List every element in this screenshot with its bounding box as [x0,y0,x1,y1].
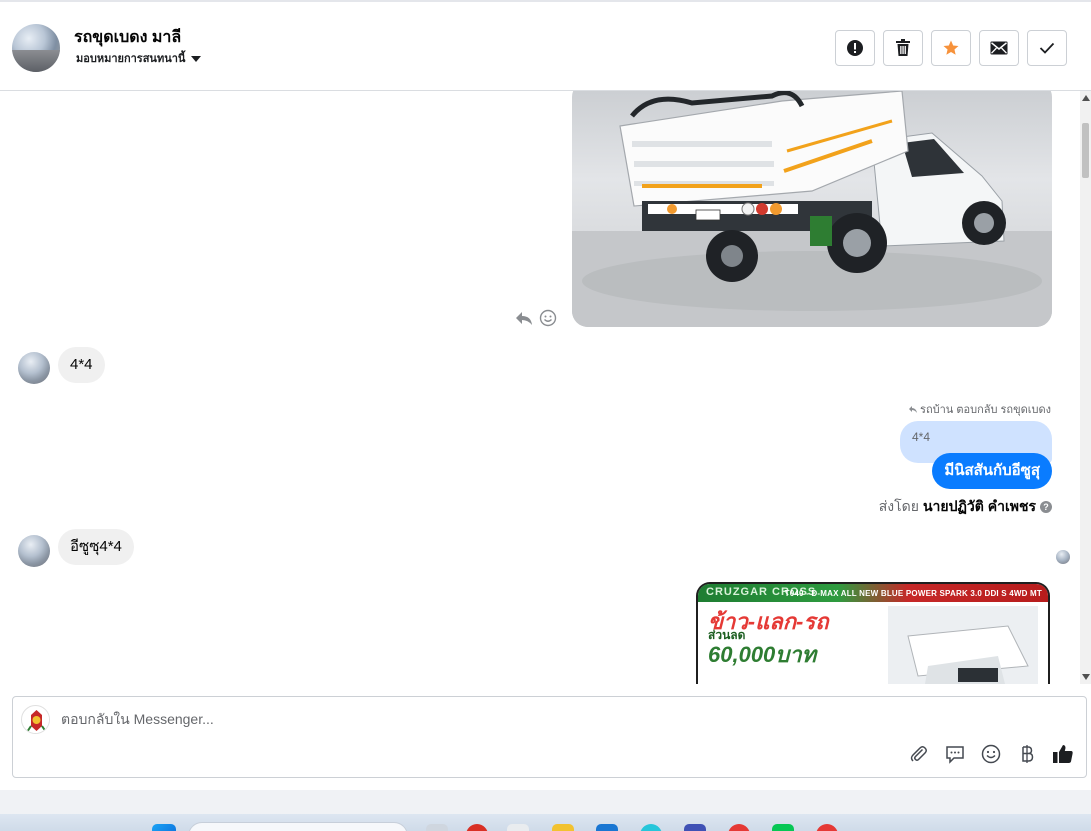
header-actions [835,30,1067,66]
chat-bubble-icon[interactable] [944,743,966,765]
calendar-icon[interactable] [684,824,706,831]
reply-arrow-icon [909,405,918,413]
paperclip-icon[interactable] [908,743,930,765]
promo-model: T040 - D-MAX ALL NEW BLUE POWER SPARK 3.… [784,589,1042,598]
edge-icon[interactable] [596,824,618,831]
line-icon[interactable] [772,824,794,831]
quoted-text: 4*4 [912,430,931,444]
sender-avatar[interactable] [18,352,50,384]
trash-icon [896,39,910,56]
incoming-message[interactable]: อีซูซุ4*4 [58,529,134,565]
baht-icon[interactable] [1016,743,1038,765]
page-footer-area [0,790,1091,814]
scroll-up-arrow[interactable] [1082,95,1090,101]
exclamation-circle-icon [847,40,863,56]
scroll-down-arrow[interactable] [1082,674,1090,680]
mark-unread-button[interactable] [979,30,1019,66]
sent-by-line: ส่งโดย นายปฏิวัติ คำเพชร ? [879,496,1052,518]
promo-amount: 60,000บาท [708,642,817,667]
app-icon[interactable] [728,824,750,831]
truck-photo-attachment[interactable] [572,91,1052,327]
contact-name[interactable]: รถขุดเบดง มาลี [74,25,181,50]
message-tools [515,309,557,327]
reply-icon[interactable] [515,310,533,326]
message-thread[interactable]: 4*4 รถบ้าน ตอบกลับ รถขุดเบดง 4*4 มีนิสสั… [0,91,1080,684]
taskbar-search[interactable] [188,822,408,831]
assign-label: มอบหมายการสนทนานี้ [76,53,186,65]
seen-indicator-avatar [1056,550,1070,564]
report-button[interactable] [835,30,875,66]
promo-photo-attachment[interactable]: CRUZGAR CROSS T040 - D-MAX ALL NEW BLUE … [696,582,1050,684]
caret-down-icon [191,56,202,62]
sent-by-name: นายปฏิวัติ คำเพชร [922,498,1036,514]
done-button[interactable] [1027,30,1067,66]
assign-conversation-dropdown[interactable]: มอบหมายการสนทนานี้ [76,49,202,67]
page-avatar [21,705,50,734]
composer-tools [908,743,1074,765]
emoji-reaction-icon[interactable] [539,309,557,327]
promo-truck-image [888,606,1038,684]
chrome-icon[interactable] [466,824,488,831]
thumbs-up-icon[interactable] [1052,743,1074,765]
reply-input[interactable] [61,711,961,727]
emoji-icon[interactable] [980,743,1002,765]
app-icon[interactable] [816,824,838,831]
os-taskbar [0,814,1091,831]
scroll-thumb[interactable] [1082,123,1089,178]
sent-by-prefix: ส่งโดย [878,498,919,514]
thread-scrollbar[interactable] [1080,91,1091,684]
help-icon[interactable]: ? [1040,501,1052,513]
conversation-header: รถขุดเบดง มาลี มอบหมายการสนทนานี้ [0,0,1091,91]
delete-button[interactable] [883,30,923,66]
outgoing-message[interactable]: มีนิสสันกับอีซูสุ [932,453,1052,489]
reply-composer [12,696,1087,778]
app-icon[interactable] [507,824,529,831]
star-button[interactable] [931,30,971,66]
app-icon[interactable] [640,824,662,831]
reply-note-text: รถบ้าน ตอบกลับ รถขุดเบดง [920,404,1051,416]
star-icon [943,40,959,55]
contact-avatar[interactable] [12,24,60,72]
envelope-icon [990,41,1008,55]
file-explorer-icon[interactable] [552,824,574,831]
sender-avatar[interactable] [18,535,50,567]
incoming-message[interactable]: 4*4 [58,347,105,383]
reply-note: รถบ้าน ตอบกลับ รถขุดเบดง [908,400,1051,418]
start-icon[interactable] [152,824,176,831]
task-view-icon[interactable] [426,824,448,831]
promo-banner: CRUZGAR CROSS T040 - D-MAX ALL NEW BLUE … [698,584,1048,602]
check-icon [1039,42,1055,54]
